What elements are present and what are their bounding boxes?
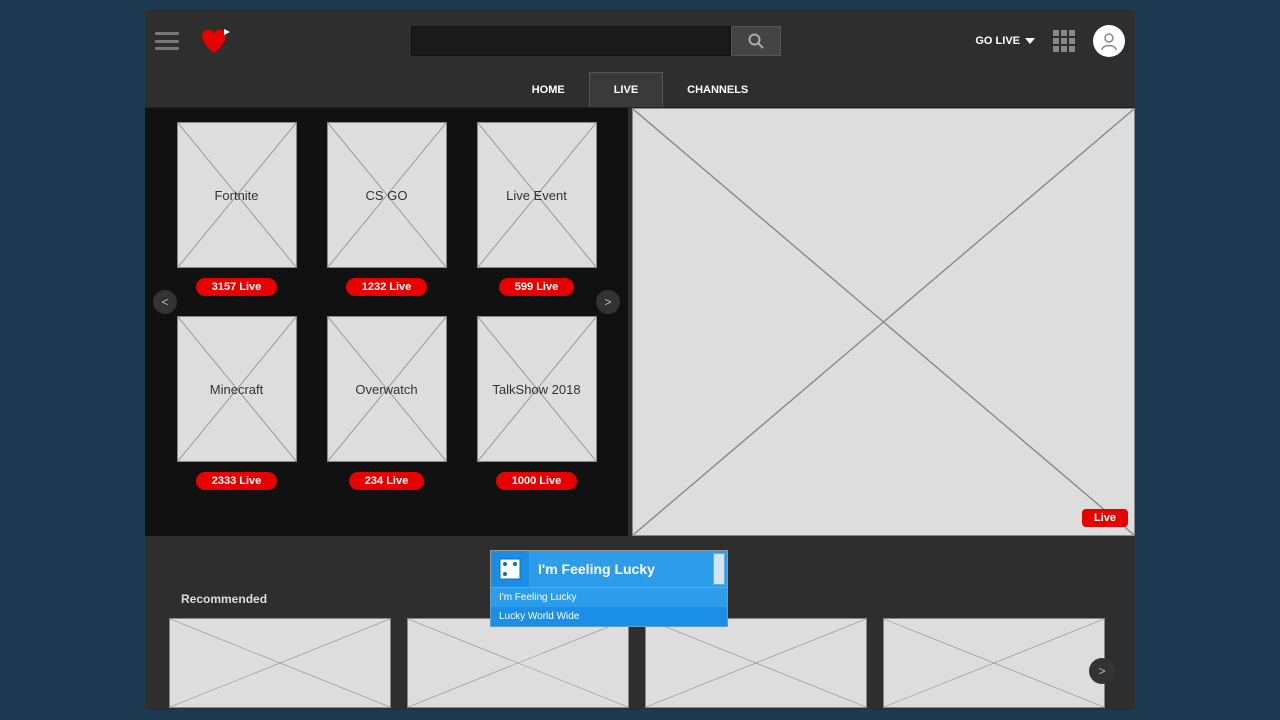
category-title: TalkShow 2018 [492, 382, 580, 397]
content-row-1: < > Fortnite 3157 Live CS GO 1232 Live L [145, 108, 1135, 536]
recommended-row: > [169, 618, 1111, 708]
app-window: GO LIVE HOME LIVE CHANNELS < > [145, 10, 1135, 710]
category-card[interactable]: Overwatch 234 Live [327, 316, 447, 490]
category-title: Minecraft [210, 382, 263, 397]
apps-grid-icon[interactable] [1053, 30, 1075, 52]
nav-tabs: HOME LIVE CHANNELS [145, 72, 1135, 108]
category-card[interactable]: Fortnite 3157 Live [177, 122, 297, 296]
live-count-pill: 3157 Live [196, 278, 278, 296]
category-title: Overwatch [355, 382, 417, 397]
live-count-pill: 2333 Live [196, 472, 278, 490]
menu-icon[interactable] [155, 32, 179, 50]
category-grid: Fortnite 3157 Live CS GO 1232 Live Live … [175, 122, 598, 490]
tab-live[interactable]: LIVE [589, 72, 663, 107]
live-count-pill: 1232 Live [346, 278, 428, 296]
recommended-card[interactable] [407, 618, 629, 708]
category-thumb: CS GO [327, 122, 447, 268]
category-panel: < > Fortnite 3157 Live CS GO 1232 Live L [145, 108, 628, 536]
search-input[interactable] [411, 26, 731, 56]
category-title: Live Event [506, 188, 567, 203]
search-button[interactable] [731, 26, 781, 56]
feeling-lucky-selected: I'm Feeling Lucky [538, 561, 655, 577]
go-live-label: GO LIVE [975, 35, 1020, 47]
feeling-lucky-option[interactable]: I'm Feeling Lucky [491, 588, 727, 607]
category-thumb: Minecraft [177, 316, 297, 462]
category-title: Fortnite [214, 188, 258, 203]
featured-preview[interactable]: Live [632, 108, 1135, 536]
category-thumb: Live Event [477, 122, 597, 268]
category-card[interactable]: CS GO 1232 Live [327, 122, 447, 296]
recommended-card[interactable] [169, 618, 391, 708]
category-title: CS GO [366, 188, 408, 203]
category-card[interactable]: Live Event 599 Live [477, 122, 597, 296]
category-thumb: Fortnite [177, 122, 297, 268]
dropdown-toggle-icon[interactable] [713, 553, 725, 585]
recommended-card[interactable] [645, 618, 867, 708]
top-right: GO LIVE [975, 25, 1125, 57]
feeling-lucky-control: I'm Feeling Lucky I'm Feeling LuckyLucky… [490, 550, 728, 627]
recommended-card[interactable] [883, 618, 1105, 708]
category-thumb: Overwatch [327, 316, 447, 462]
user-icon [1099, 31, 1119, 51]
dice-icon [491, 551, 529, 587]
feeling-lucky-options: I'm Feeling LuckyLucky World Wide [490, 588, 728, 627]
recommended-next-button[interactable]: > [1089, 658, 1115, 684]
tab-home[interactable]: HOME [508, 72, 589, 107]
search-icon [748, 33, 764, 49]
placeholder-cross-icon [633, 109, 1134, 535]
live-badge: Live [1082, 509, 1128, 527]
scroll-right-button[interactable]: > [596, 290, 620, 314]
logo-heart-icon[interactable] [197, 27, 231, 55]
live-count-pill: 234 Live [349, 472, 424, 490]
tab-channels[interactable]: CHANNELS [663, 72, 772, 107]
live-count-pill: 1000 Live [496, 472, 578, 490]
chevron-down-icon [1025, 38, 1035, 44]
feeling-lucky-option[interactable]: Lucky World Wide [491, 607, 727, 626]
go-live-button[interactable]: GO LIVE [975, 35, 1035, 47]
category-card[interactable]: Minecraft 2333 Live [177, 316, 297, 490]
live-count-pill: 599 Live [499, 278, 574, 296]
category-card[interactable]: TalkShow 2018 1000 Live [477, 316, 597, 490]
scroll-left-button[interactable]: < [153, 290, 177, 314]
search-wrap [411, 26, 781, 56]
top-bar: GO LIVE [145, 10, 1135, 72]
category-thumb: TalkShow 2018 [477, 316, 597, 462]
user-avatar[interactable] [1093, 25, 1125, 57]
feeling-lucky-select[interactable]: I'm Feeling Lucky [490, 550, 728, 588]
